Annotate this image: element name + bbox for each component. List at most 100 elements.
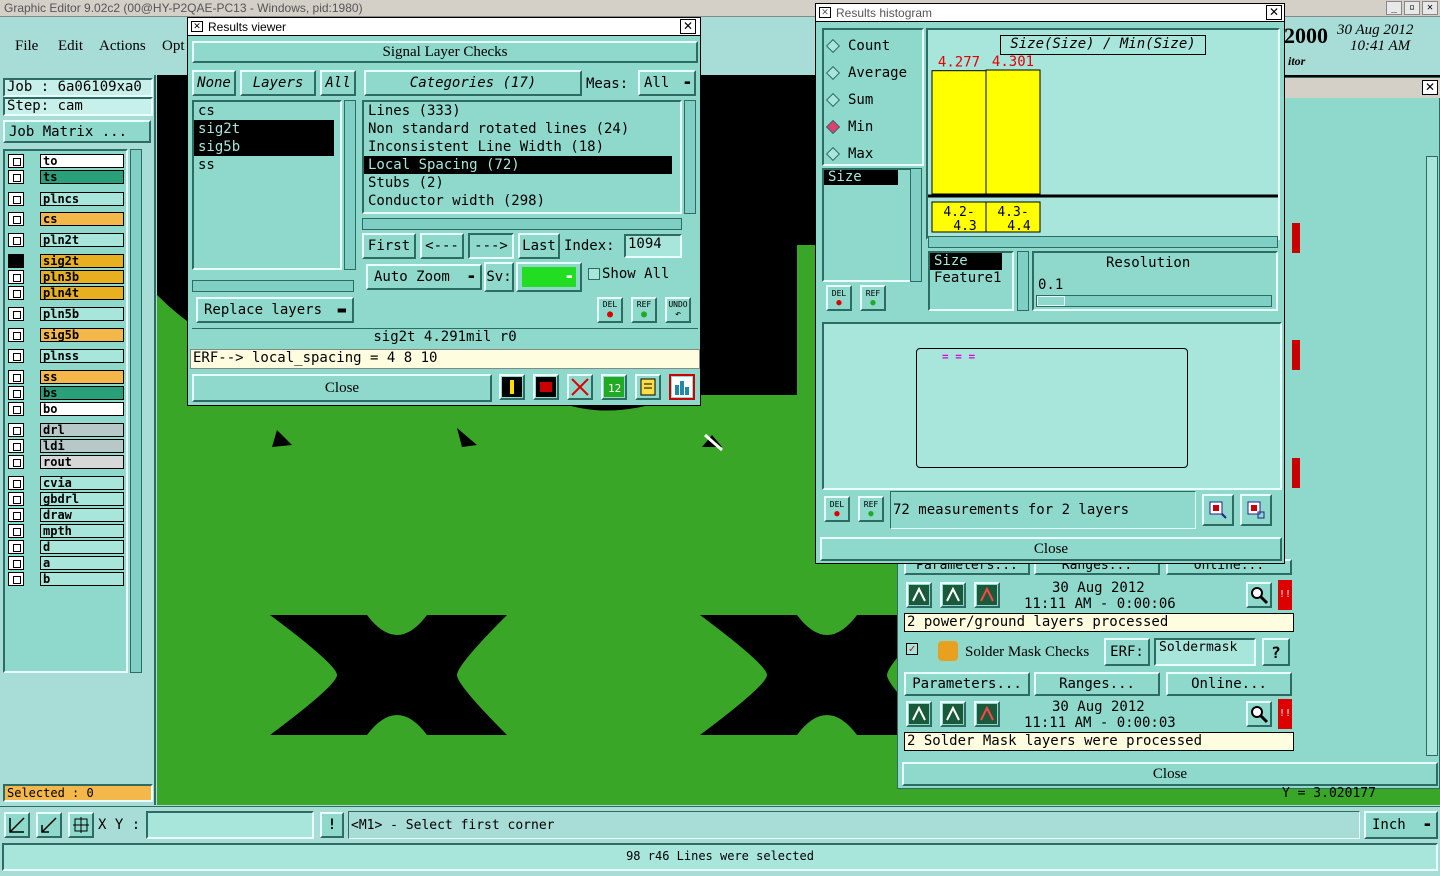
layer-checkbox[interactable]	[8, 455, 24, 469]
category-item[interactable]: Conductor width (298)	[364, 192, 672, 210]
layer-name[interactable]: gbdrl	[40, 492, 124, 506]
measure-icon[interactable]	[36, 812, 62, 838]
mode-radio-average[interactable]: Average	[825, 63, 907, 83]
run-icon-1c[interactable]	[974, 582, 1000, 608]
layer-row-bo[interactable]: bo	[8, 402, 124, 416]
hist-ref-icon[interactable]: REF ●	[860, 285, 886, 311]
menu-file[interactable]: File	[15, 38, 38, 55]
layers-button[interactable]: Layers	[240, 70, 316, 96]
layer-name[interactable]: plnss	[40, 349, 124, 363]
results-viewer-close-icon[interactable]: ✕	[680, 19, 696, 34]
histogram-icon[interactable]	[669, 374, 695, 400]
category-item[interactable]: Lines (333)	[364, 102, 672, 120]
auto-zoom-dropdown[interactable]: Auto Zoom ▬	[366, 264, 482, 290]
online-button-2[interactable]: Online...	[1166, 672, 1292, 696]
mode-radio-max[interactable]: Max	[825, 144, 873, 164]
erf-button[interactable]: ERF:	[1104, 638, 1150, 666]
resolution-slider-thumb[interactable]	[1037, 296, 1065, 306]
maximize-icon[interactable]: ▫	[1404, 1, 1420, 15]
layer-row-to[interactable]: to	[8, 154, 124, 168]
run-icon-2c[interactable]	[974, 701, 1000, 727]
layer-name[interactable]: d	[40, 540, 124, 554]
ref-disabled-icon[interactable]	[567, 374, 593, 400]
prev-button[interactable]: <---	[420, 233, 464, 259]
layer-row-pln3b[interactable]: pln3b	[8, 270, 124, 284]
measure-scrollbar[interactable]	[1017, 251, 1029, 311]
layer-item-sig2t[interactable]: sig2t	[194, 120, 334, 138]
ranges-button-2[interactable]: Ranges...	[1034, 672, 1160, 696]
layer-row-plncs[interactable]: plncs	[8, 192, 124, 206]
layer-name[interactable]: pln2t	[40, 233, 124, 247]
layer-checkbox[interactable]	[8, 556, 24, 570]
mode-radio-min[interactable]: Min	[825, 117, 873, 137]
hist-ref-icon-2[interactable]: REF ●	[858, 496, 884, 522]
radio-diamond-icon[interactable]	[825, 119, 841, 135]
category-item[interactable]: Stubs (2)	[364, 174, 672, 192]
show-all-checkbox[interactable]	[588, 268, 600, 280]
layer-name[interactable]: bs	[40, 386, 124, 400]
layers-list-hscrollbar[interactable]	[192, 280, 354, 292]
histogram-bar-icon[interactable]	[499, 374, 525, 400]
layer-name[interactable]: pln5b	[40, 307, 124, 321]
layer-row-sig5b[interactable]: sig5b	[8, 328, 124, 342]
run-icon-1b[interactable]	[940, 582, 966, 608]
layer-row-plnss[interactable]: plnss	[8, 349, 124, 363]
layer-checkbox[interactable]	[8, 492, 24, 506]
mode-radio-count[interactable]: Count	[825, 36, 890, 56]
menu-actions[interactable]: Actions	[99, 38, 146, 55]
layer-name[interactable]: ldi	[40, 439, 124, 453]
categories-scrollbar[interactable]	[684, 100, 696, 214]
index-field[interactable]: 1094	[624, 234, 682, 258]
next-button[interactable]: --->	[468, 233, 514, 259]
parameters-button-2[interactable]: Parameters...	[904, 672, 1030, 696]
undo-icon[interactable]: UNDO ↶	[665, 297, 691, 323]
layer-checkbox[interactable]	[8, 386, 24, 400]
layer-row-a[interactable]: a	[8, 556, 124, 570]
units-dropdown[interactable]: Inch ▬	[1364, 811, 1438, 839]
info-button[interactable]: !	[320, 812, 344, 838]
layer-name[interactable]: to	[40, 154, 124, 168]
layer-item-cs[interactable]: cs	[194, 102, 334, 120]
first-button[interactable]: First	[362, 233, 416, 259]
measure-item[interactable]: Size	[930, 253, 1002, 270]
ref-icon[interactable]: REF ●	[631, 297, 657, 323]
layer-name[interactable]: sig5b	[40, 328, 124, 342]
layer-name[interactable]: sig2t	[40, 254, 124, 268]
layer-checkbox[interactable]	[8, 540, 24, 554]
zoom-fit-icon[interactable]	[4, 812, 30, 838]
layer-name[interactable]: cs	[40, 212, 124, 226]
layer-row-pln5b[interactable]: pln5b	[8, 307, 124, 321]
field-scrollbar[interactable]	[910, 168, 922, 282]
layer-checkbox[interactable]	[8, 370, 24, 384]
layer-name[interactable]: ts	[40, 170, 124, 184]
job-matrix-button[interactable]: Job Matrix ...	[3, 120, 151, 143]
layer-name[interactable]: draw	[40, 508, 124, 522]
layer-row-d[interactable]: d	[8, 540, 124, 554]
layer-checkbox[interactable]	[8, 349, 24, 363]
histogram-menu-icon[interactable]: ✕	[819, 7, 831, 18]
layer-checkbox[interactable]	[8, 439, 24, 453]
layer-row-sig2t[interactable]: sig2t	[8, 254, 124, 268]
histogram-close-icon[interactable]: ✕	[1266, 5, 1282, 20]
report-icon[interactable]	[635, 374, 661, 400]
layer-row-drl[interactable]: drl	[8, 423, 124, 437]
layer-row-rout[interactable]: rout	[8, 455, 124, 469]
layer-checkbox[interactable]	[8, 328, 24, 342]
layer-row-mpth[interactable]: mpth	[8, 524, 124, 538]
layer-checkbox[interactable]	[8, 233, 24, 247]
layer-checkbox[interactable]	[8, 476, 24, 490]
export-icon-2[interactable]	[1240, 494, 1272, 526]
layer-checkbox[interactable]	[8, 423, 24, 437]
zoom-icon-2[interactable]	[1246, 701, 1272, 727]
radio-diamond-icon[interactable]	[825, 92, 841, 108]
help-button[interactable]: ?	[1262, 638, 1290, 666]
layer-name[interactable]: pln3b	[40, 270, 124, 284]
check-enabled-checkbox[interactable]: ✓	[906, 643, 918, 655]
window-menu-icon[interactable]: ✕	[191, 21, 203, 32]
layer-name[interactable]: plncs	[40, 192, 124, 206]
histogram-bar[interactable]	[985, 69, 1041, 195]
run-icon-1a[interactable]	[906, 582, 932, 608]
category-item[interactable]: Inconsistent Line Width (18)	[364, 138, 672, 156]
measure-item[interactable]: Feature1	[930, 270, 1002, 287]
numbered-list-icon[interactable]: 12	[601, 374, 627, 400]
